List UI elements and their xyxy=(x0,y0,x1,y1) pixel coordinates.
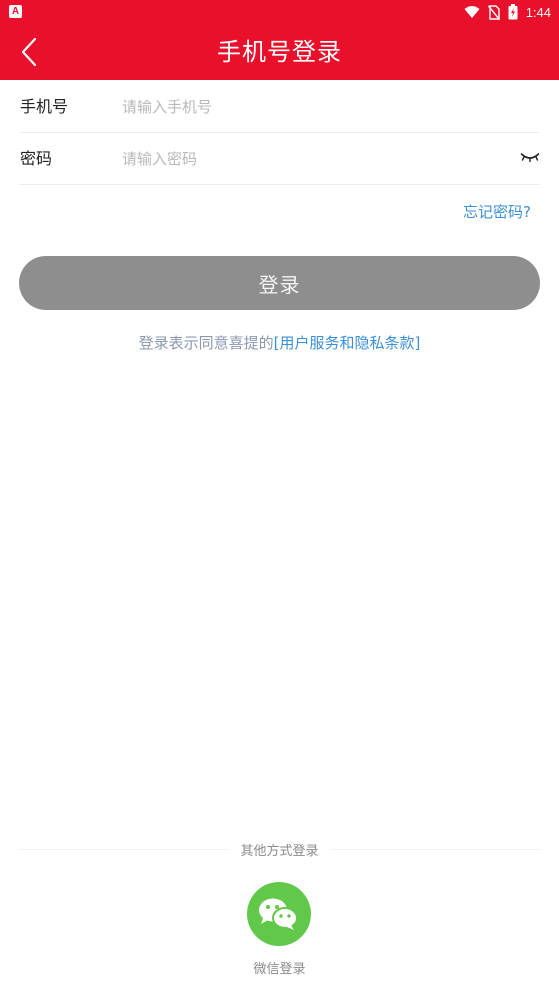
phone-label: 手机号 xyxy=(20,97,69,116)
wechat-login-label[interactable]: 微信登录 xyxy=(0,958,559,977)
phone-input[interactable] xyxy=(122,94,502,120)
other-login-label: 其他方式登录 xyxy=(0,840,559,859)
no-sim-icon xyxy=(487,4,500,20)
password-row: 密码 xyxy=(19,133,540,185)
app-notification-icon: A xyxy=(9,5,22,18)
password-input[interactable] xyxy=(122,146,502,172)
terms-link[interactable]: [用户服务和隐私条款] xyxy=(274,334,421,352)
wechat-icon xyxy=(259,898,298,930)
phone-row: 手机号 xyxy=(19,81,540,133)
app-bar: 手机号登录 xyxy=(0,24,559,80)
forgot-password-link[interactable]: 忘记密码? xyxy=(463,201,531,222)
password-label: 密码 xyxy=(20,149,53,168)
status-time: 1:44 xyxy=(525,4,551,20)
other-login-text: 其他方式登录 xyxy=(228,844,331,859)
wechat-login-button[interactable] xyxy=(247,882,311,946)
wifi-icon xyxy=(464,6,480,18)
battery-icon xyxy=(508,4,518,20)
agreement-text: 登录表示同意喜提的[用户服务和隐私条款] xyxy=(0,332,559,353)
page-title: 手机号登录 xyxy=(217,38,342,66)
status-bar: A 1:44 xyxy=(0,0,559,24)
login-button[interactable]: 登录 xyxy=(19,256,540,310)
eye-closed-icon[interactable] xyxy=(520,150,540,166)
agreement-prefix: 登录表示同意喜提的 xyxy=(138,334,274,352)
status-icons: 1:44 xyxy=(464,3,551,21)
